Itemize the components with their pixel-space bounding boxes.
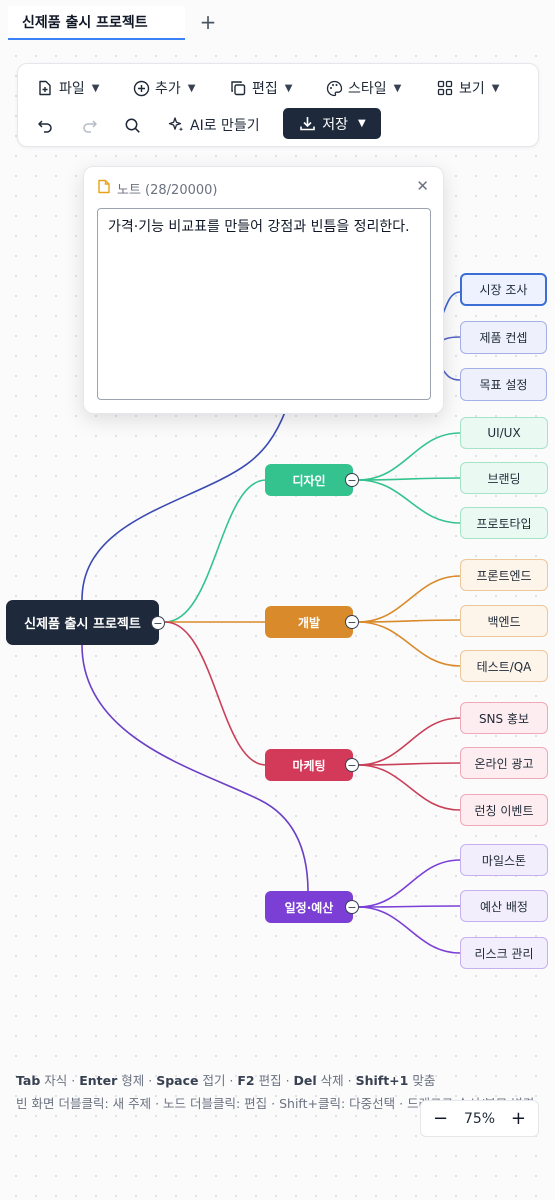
link-dev-qa [357,621,461,667]
leaf-label: 시장 조사 [479,283,528,297]
leaf-label: SNS 홍보 [478,711,530,726]
link-design-proto [357,479,461,524]
zoom-level: 75% [463,1110,496,1127]
collapse-toggle[interactable]: − [345,758,359,772]
shortcut-key: Enter [79,1073,118,1088]
category-node-marketing[interactable]: 마케팅 [265,749,353,781]
leaf-node-backend[interactable]: 백엔드 [460,605,548,637]
link-design-uiux [357,432,461,481]
leaf-label: 브랜딩 [487,471,521,486]
leaf-label: 백엔드 [487,614,521,629]
leaf-node-sns[interactable]: SNS 홍보 [460,702,548,734]
shortcut-desc: 자식 · [40,1073,80,1088]
zoom-out-button[interactable]: − [433,1108,448,1129]
note-icon [97,179,111,198]
leaf-label: 예산 배정 [480,899,528,914]
collapse-toggle[interactable]: − [151,616,165,630]
collapse-toggle[interactable]: − [345,473,359,487]
shortcut-key: Tab [16,1073,41,1088]
collapse-toggle[interactable]: − [345,900,359,914]
link-mkt-launch [357,764,461,811]
link-mkt-sns [357,717,461,766]
note-header: 노트 (28/20000) [97,179,217,198]
shortcut-desc: 접기 · [198,1073,238,1088]
leaf-node-product-concept[interactable]: 제품 컨셉 [460,321,547,354]
leaf-node-market-research[interactable]: 시장 조사 [460,273,547,306]
leaf-node-milestone[interactable]: 마일스톤 [460,844,548,876]
leaf-label: 프론트엔드 [476,568,532,583]
leaf-node-prototype[interactable]: 프로토타입 [460,507,548,539]
link-sched-milestone [357,859,461,908]
link-root-design [164,479,267,623]
zoom-control: − 75% + [420,1100,539,1137]
collapse-toggle[interactable]: − [345,615,359,629]
close-icon[interactable]: ✕ [416,177,429,195]
leaf-node-branding[interactable]: 브랜딩 [460,462,548,494]
shortcut-desc: 편집 · [254,1073,294,1088]
zoom-in-button[interactable]: + [511,1108,526,1129]
shortcut-key: Shift+1 [355,1073,409,1088]
category-node-dev[interactable]: 개발 [265,606,353,638]
link-dev-front [357,575,461,623]
leaf-label: 마일스톤 [481,853,527,868]
category-label: 일정·예산 [284,900,334,915]
leaf-label: 런칭 이벤트 [474,803,534,818]
note-popover: 노트 (28/20000) ✕ 가격·기능 비교표를 만들어 강점과 빈틈을 정… [83,166,444,414]
shortcut-desc: 삭제 · [316,1073,356,1088]
leaf-label: 리스크 관리 [474,946,534,961]
category-node-design[interactable]: 디자인 [265,464,353,496]
note-title: 노트 (28/20000) [117,183,218,198]
leaf-node-budget[interactable]: 예산 배정 [460,890,548,922]
root-node-label: 신제품 출시 프로젝트 [24,617,141,632]
leaf-label: 테스트/QA [476,659,532,674]
leaf-node-launch-event[interactable]: 런칭 이벤트 [460,794,548,826]
leaf-label: 제품 컨셉 [479,331,528,345]
leaf-node-risk[interactable]: 리스크 관리 [460,937,548,969]
leaf-label: 목표 설정 [479,378,528,392]
shortcut-key: Space [156,1073,199,1088]
link-root-marketing [164,621,267,766]
leaf-label: UI/UX [487,426,521,440]
leaf-label: 프로토타입 [476,516,532,531]
leaf-node-uiux[interactable]: UI/UX [460,417,548,449]
shortcut-desc: 맞춤 [408,1073,436,1088]
category-node-schedule-budget[interactable]: 일정·예산 [265,891,353,923]
note-text-value: 가격·기능 비교표를 만들어 강점과 빈틈을 정리한다. [108,219,410,235]
shortcut-key: Del [293,1073,317,1088]
leaf-node-online-ads[interactable]: 온라인 광고 [460,747,548,779]
shortcut-key: F2 [237,1073,255,1088]
category-label: 디자인 [292,473,326,488]
link-sched-risk [357,906,461,954]
note-textarea[interactable]: 가격·기능 비교표를 만들어 강점과 빈틈을 정리한다. [97,208,431,400]
shortcut-desc: 형제 · [117,1073,157,1088]
leaf-node-qa[interactable]: 테스트/QA [460,650,548,682]
root-node[interactable]: 신제품 출시 프로젝트 [6,600,159,645]
shortcut-line-1: Tab 자식 · Enter 형제 · Space 접기 · F2 편집 · D… [16,1070,546,1093]
leaf-label: 온라인 광고 [474,756,534,771]
leaf-node-frontend[interactable]: 프론트엔드 [460,559,548,591]
category-label: 개발 [297,615,321,630]
category-label: 마케팅 [292,758,326,773]
link-sched-budget [357,905,461,908]
leaf-node-goal-setting[interactable]: 목표 설정 [460,368,547,401]
